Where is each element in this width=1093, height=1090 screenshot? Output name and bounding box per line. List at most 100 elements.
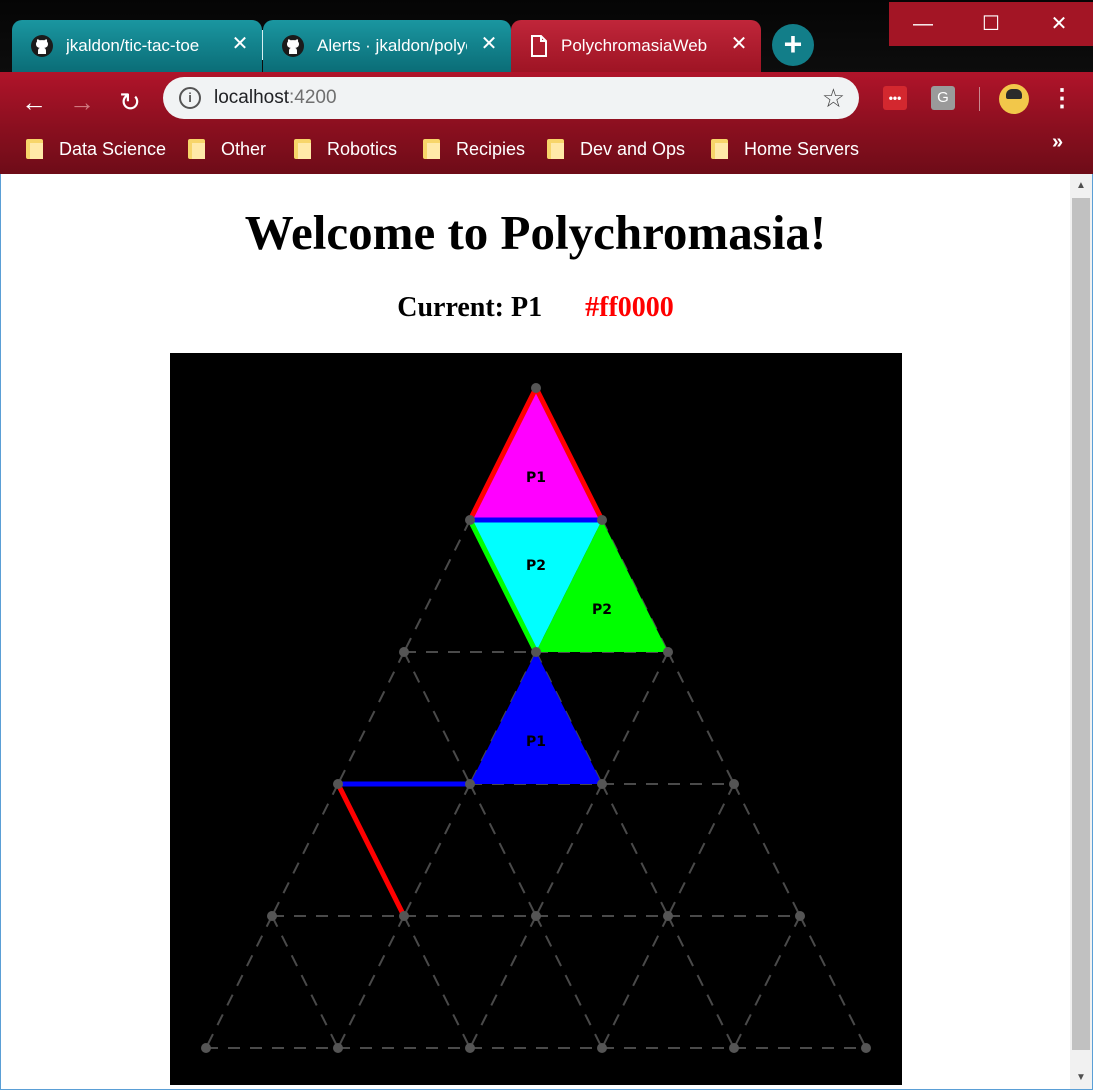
bookmark-label: Dev and Ops <box>580 138 686 159</box>
menu-icon[interactable]: ⋮ <box>1050 84 1074 114</box>
grid-edge <box>799 915 867 1049</box>
board-vertex <box>267 911 277 921</box>
close-window-button[interactable]: ✕ <box>1025 2 1093 46</box>
board-vertex <box>465 1043 475 1053</box>
minimize-button[interactable]: — <box>889 2 957 46</box>
bookmarks-bar: Data Science Other Robotics Recipies Dev… <box>0 127 1093 167</box>
board-canvas[interactable]: P1 P2 P2 P1 <box>170 353 902 1085</box>
folder-icon <box>26 139 43 159</box>
bookmark-recipies[interactable]: Recipies <box>423 135 525 163</box>
folder-icon <box>188 139 205 159</box>
bookmark-data-science[interactable]: Data Science <box>26 135 166 163</box>
back-button[interactable]: ← <box>16 84 52 120</box>
tab-title: Alerts · jkaldon/polychromasia <box>317 36 467 55</box>
page-title: Welcome to Polychromasia! <box>244 205 827 260</box>
board-vertex <box>465 779 475 789</box>
bookmark-label: Home Servers <box>744 138 860 159</box>
claimed-triangle <box>470 388 602 520</box>
triangle-owner-label: P1 <box>526 470 546 486</box>
grid-edge <box>403 519 471 653</box>
folder-icon <box>711 139 728 159</box>
forward-button[interactable]: → <box>64 84 100 120</box>
github-icon <box>31 35 53 57</box>
grid-edge <box>667 915 735 1049</box>
toolbar-divider <box>979 87 980 111</box>
document-icon <box>531 35 547 57</box>
more-bookmarks-button[interactable]: » <box>1052 131 1063 154</box>
scroll-thumb[interactable] <box>1072 198 1090 1050</box>
board-vertex <box>861 1043 871 1053</box>
grid-edge <box>601 651 669 785</box>
address-bar[interactable]: i localhost:4200 ☆ <box>163 77 859 119</box>
page-content: Welcome to Polychromasia! Current: P1 #f… <box>1 174 1070 1089</box>
folder-icon <box>423 139 440 159</box>
title-bar: jkaldon/tic-tac-toe ✕ Alerts · jkaldon/p… <box>0 0 1093 72</box>
game-board[interactable]: P1 P2 P2 P1 <box>170 353 902 1085</box>
board-vertex <box>531 647 541 657</box>
url-host: localhost <box>214 87 289 108</box>
bookmark-label: Recipies <box>456 138 526 159</box>
grid-edge <box>535 783 603 917</box>
maximize-button[interactable]: ☐ <box>957 2 1025 46</box>
new-tab-button[interactable]: + <box>772 24 814 66</box>
board-vertex <box>201 1043 211 1053</box>
board-vertex <box>531 911 541 921</box>
board-vertex <box>663 647 673 657</box>
grid-edge <box>601 915 669 1049</box>
grid-edge <box>667 651 735 785</box>
url-port: :4200 <box>289 87 337 108</box>
board-vertex <box>597 1043 607 1053</box>
bookmark-robotics[interactable]: Robotics <box>294 135 397 163</box>
grid-edge <box>271 783 339 917</box>
close-icon[interactable]: ✕ <box>479 32 499 56</box>
tab-alerts[interactable]: Alerts · jkaldon/polychromasia ✕ <box>263 20 511 72</box>
turn-status: Current: P1 #ff0000 <box>1 292 1070 324</box>
claimed-triangle <box>470 652 602 784</box>
bookmark-dev-and-ops[interactable]: Dev and Ops <box>547 135 685 163</box>
url-text: localhost:4200 <box>214 87 337 109</box>
reload-button[interactable]: ↻ <box>112 84 148 120</box>
folder-icon <box>547 139 564 159</box>
claimed-edge <box>335 781 407 919</box>
grid-edge <box>403 915 471 1049</box>
grid-edge <box>667 783 735 917</box>
profile-avatar[interactable] <box>999 84 1029 114</box>
board-vertex <box>399 647 409 657</box>
extension-icon[interactable]: ••• <box>883 86 907 110</box>
tab-polychromasia[interactable]: PolychromasiaWeb ✕ <box>511 20 761 72</box>
bookmark-label: Other <box>221 138 267 159</box>
scrollbar[interactable]: ▲ ▼ <box>1070 174 1092 1089</box>
tab-title: jkaldon/tic-tac-toe <box>66 36 200 55</box>
star-icon[interactable]: ☆ <box>822 83 845 114</box>
board-vertex <box>663 911 673 921</box>
board-vertex <box>531 383 541 393</box>
folder-icon <box>294 139 311 159</box>
current-color: #ff0000 <box>585 292 674 323</box>
board-vertex <box>729 1043 739 1053</box>
scroll-down-arrow[interactable]: ▼ <box>1075 1072 1087 1083</box>
bookmark-other[interactable]: Other <box>188 135 266 163</box>
tab-tic-tac-toe[interactable]: jkaldon/tic-tac-toe ✕ <box>12 20 262 72</box>
tab-title: PolychromasiaWeb <box>561 36 708 55</box>
grid-edge <box>403 651 471 785</box>
triangle-owner-label: P2 <box>526 558 546 574</box>
current-player: Current: P1 <box>397 292 543 323</box>
grid-edge <box>337 651 405 785</box>
google-extension-icon[interactable]: G <box>931 86 955 110</box>
grid-edge <box>601 783 669 917</box>
close-icon[interactable]: ✕ <box>230 32 250 56</box>
browser-toolbar: ← → ↻ i localhost:4200 ☆ ••• G ⋮ Data Sc… <box>0 72 1093 174</box>
bookmark-label: Data Science <box>59 138 167 159</box>
board-vertex <box>729 779 739 789</box>
grid-edge <box>403 783 471 917</box>
scroll-up-arrow[interactable]: ▲ <box>1075 180 1087 191</box>
info-icon[interactable]: i <box>179 87 201 109</box>
board-vertex <box>465 515 475 525</box>
grid-edge <box>535 915 603 1049</box>
board-vertex <box>399 911 409 921</box>
bookmark-label: Robotics <box>327 138 398 159</box>
grid-edge <box>469 915 537 1049</box>
bookmark-home-servers[interactable]: Home Servers <box>711 135 859 163</box>
close-icon[interactable]: ✕ <box>729 32 749 56</box>
board-vertex <box>333 1043 343 1053</box>
